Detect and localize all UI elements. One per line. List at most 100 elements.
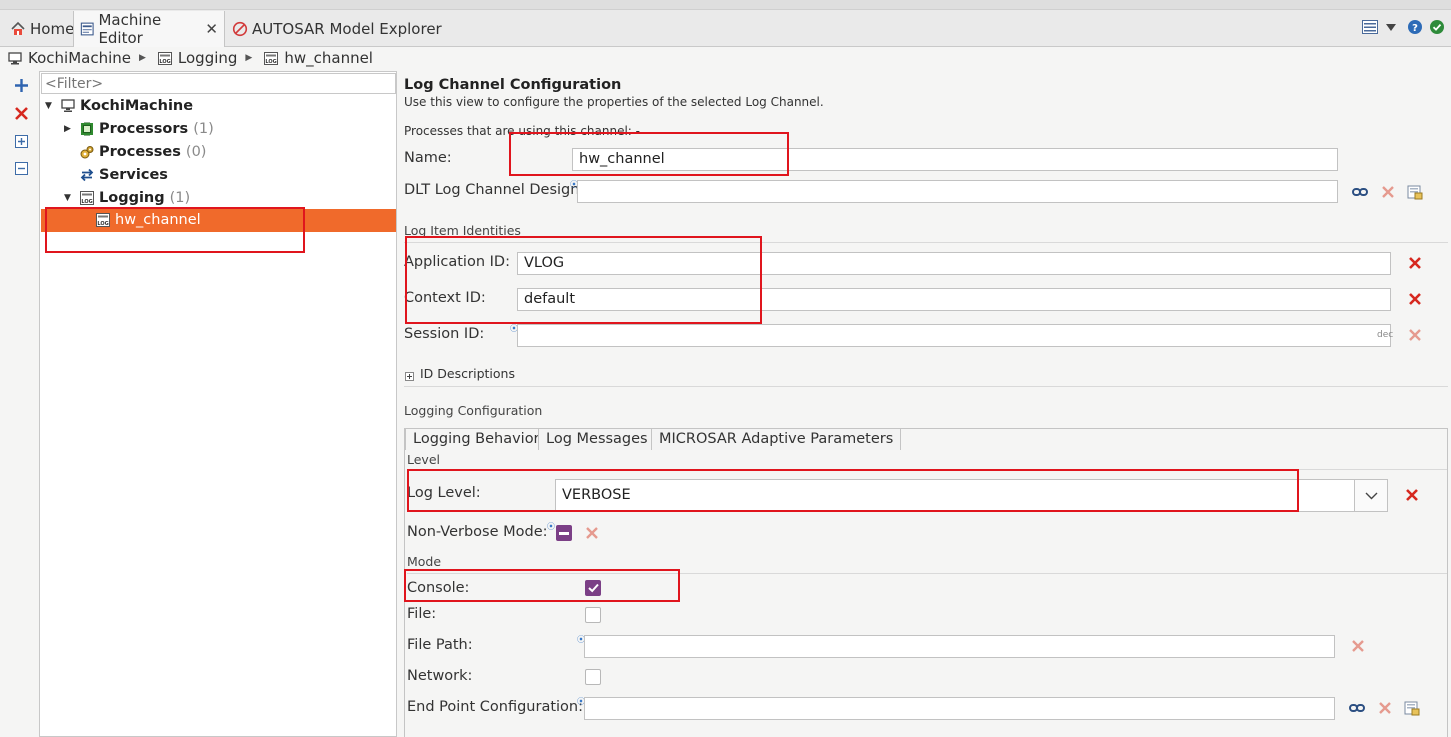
page-subtitle: Use this view to configure the propertie… [404,95,824,109]
help-icon[interactable]: ? [1408,20,1422,34]
browse-icon[interactable] [1407,184,1423,200]
clear-icon[interactable] [1380,184,1396,200]
page-title: Log Channel Configuration [404,77,622,93]
breadcrumb-item-logging[interactable]: LOG Logging ▶ [150,49,256,67]
end-point-configuration-label: End Point Configuration: [407,699,583,715]
tab-bar-strip [0,0,1451,10]
tree-item-label: Logging [99,190,165,206]
browse-icon[interactable] [1404,700,1420,716]
machine-icon [61,99,75,112]
tab-autosar-model-explorer[interactable]: AUTOSAR Model Explorer [226,11,448,47]
svg-text:LOG: LOG [81,199,92,205]
tree-toolbar [0,72,38,737]
name-label: Name: [404,150,452,166]
machine-tree: ▼ KochiMachine ▶ Processors (1) Processe… [39,71,397,737]
tree-item-count: (1) [169,190,191,206]
clear-icon[interactable] [1350,638,1366,654]
tree-item-label: Services [99,167,168,183]
tab-machine-editor[interactable]: Machine Editor ✕ [73,11,225,47]
dlt-log-channel-design-field[interactable] [577,180,1338,203]
session-id-field[interactable] [517,324,1391,347]
breadcrumb-label: hw_channel [284,49,373,67]
home-icon [11,21,25,35]
level-section: Level [407,452,440,467]
tab-logging-behavior[interactable]: Logging Behavior [405,428,548,450]
tree-collapsed-icon[interactable]: ▶ [64,124,74,134]
tab-home-label: Home [30,20,75,38]
tree-item-kochimachine[interactable]: ▼ KochiMachine [45,95,193,117]
non-verbose-mode-checkbox[interactable] [556,525,572,541]
log-channel-icon: LOG [264,51,279,65]
dlt-log-channel-design-label: DLT Log Channel Design: [404,182,585,198]
annotation-highlight-console [404,569,680,602]
validation-ok-icon[interactable] [1430,20,1444,34]
annotation-highlight-name [509,132,789,176]
svg-text:?: ? [1412,23,1418,34]
expand-icon[interactable] [405,372,414,381]
svg-text:LOG: LOG [159,59,170,65]
expand-all-icon[interactable] [14,134,29,149]
log-channel-configuration-panel: Log Channel Configuration Use this view … [401,71,1451,737]
breadcrumb-item-hw-channel[interactable]: LOG hw_channel [256,49,373,67]
view-menu-icon[interactable] [1362,20,1378,34]
annotation-highlight-log-item-ids [405,236,762,324]
logging-icon: LOG [80,191,94,205]
clear-icon[interactable] [1407,327,1423,343]
file-checkbox[interactable] [585,607,601,623]
remove-icon[interactable] [1404,487,1420,503]
clear-icon[interactable] [584,525,600,541]
tree-item-label: KochiMachine [80,98,194,114]
add-icon[interactable] [14,78,29,93]
services-exchange-icon [80,168,94,182]
tree-expanded-icon[interactable]: ▼ [45,101,55,111]
tab-log-messages[interactable]: Log Messages [538,428,656,450]
dropdown-arrow-icon[interactable] [1386,24,1396,31]
tab-home[interactable]: Home [4,11,80,47]
editor-tab-bar: Home Machine Editor ✕ AUTOSAR Model Expl… [0,0,1451,47]
tree-expanded-icon[interactable]: ▼ [64,193,74,203]
clear-icon[interactable] [1377,700,1393,716]
remove-icon[interactable] [1407,291,1423,307]
machine-icon [8,51,22,64]
logging-subtabs: Logging Behavior Log Messages MICROSAR A… [404,428,1448,450]
tree-item-processes[interactable]: Processes (0) [64,141,206,163]
tree-filter-input[interactable] [41,73,396,94]
machine-editor-icon [80,22,94,36]
collapse-all-icon[interactable] [14,161,29,176]
network-label: Network: [407,668,473,684]
annotation-highlight-log-level [407,469,1299,512]
breadcrumb-item-kochimachine[interactable]: KochiMachine ▶ [0,49,150,67]
logging-configuration-section: Logging Configuration [404,403,543,418]
session-id-format: dec [1377,330,1394,340]
file-label: File: [407,606,437,622]
delete-icon[interactable] [14,106,29,121]
mode-section: Mode [407,554,442,569]
network-checkbox[interactable] [585,669,601,685]
link-icon[interactable] [1349,700,1365,716]
close-icon[interactable]: ✕ [205,20,218,38]
chevron-down-icon [1365,492,1378,500]
info-hint-icon: ⦿ [547,522,555,531]
tree-item-count: (1) [193,121,214,137]
processor-icon [81,122,93,136]
id-descriptions-toggle[interactable]: ID Descriptions [420,366,515,381]
log-level-dropdown-button[interactable] [1354,480,1387,511]
tree-item-services[interactable]: Services [64,164,168,186]
breadcrumb-label: KochiMachine [28,49,131,67]
tab-microsar-adaptive-parameters[interactable]: MICROSAR Adaptive Parameters [651,428,902,450]
tree-item-label: Processors [99,121,189,137]
indeterminate-icon [559,532,569,535]
tab-autosar-model-explorer-label: AUTOSAR Model Explorer [252,20,442,38]
file-path-field[interactable] [584,635,1335,658]
link-icon[interactable] [1352,184,1368,200]
tree-item-count: (0) [185,144,207,160]
autosar-explorer-icon [232,21,248,37]
remove-icon[interactable] [1407,255,1423,271]
end-point-configuration-field[interactable] [584,697,1335,720]
breadcrumb-label: Logging [177,49,238,67]
annotation-highlight-tree [45,207,305,253]
breadcrumb-separator-icon: ▶ [138,53,146,63]
tree-item-logging[interactable]: ▼ LOG Logging (1) [64,187,190,209]
breadcrumb-separator-icon: ▶ [245,53,253,63]
tree-item-processors[interactable]: ▶ Processors (1) [64,118,214,140]
